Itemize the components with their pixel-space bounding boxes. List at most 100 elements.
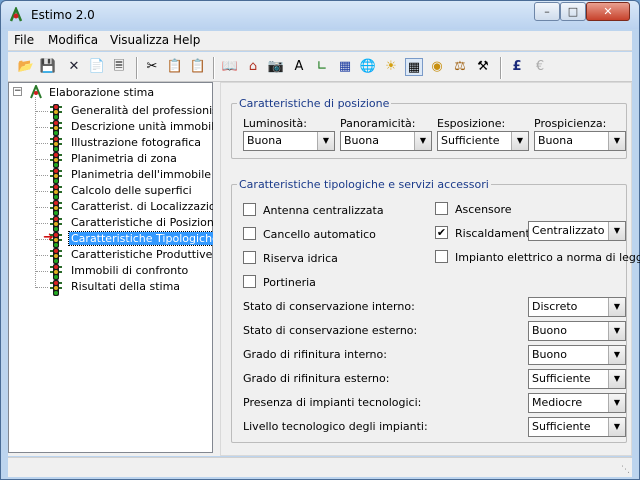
checkbox[interactable]: ✔	[435, 226, 448, 239]
toolbar-separator	[500, 57, 502, 79]
menu-file[interactable]: File	[14, 33, 34, 47]
dropdown-arrow-icon[interactable]: ▼	[608, 370, 625, 388]
traffic-light-icon	[49, 136, 63, 152]
scales-icon[interactable]: ⚖	[451, 58, 469, 76]
checkbox[interactable]	[243, 203, 256, 216]
print-settings-icon[interactable]: 🗏	[110, 58, 128, 76]
window-title: Estimo 2.0	[31, 8, 95, 22]
copy-icon[interactable]: 📋	[166, 58, 184, 76]
dropdown-arrow-icon[interactable]: ▼	[511, 132, 528, 150]
app-icon	[30, 85, 42, 99]
dropdown-arrow-icon[interactable]: ▼	[608, 322, 625, 340]
grid-icon[interactable]: ▦	[405, 58, 423, 76]
tree-connector	[36, 143, 48, 144]
menu-modifica[interactable]: Modifica	[48, 33, 98, 47]
close-button[interactable]: ✕	[586, 2, 630, 21]
posizione-label: Luminosità:	[243, 117, 307, 130]
tipologiche-row-select-value: Mediocre	[532, 396, 583, 409]
dropdown-arrow-icon[interactable]: ▼	[608, 222, 625, 240]
posizione-select[interactable]: Buona ▼	[534, 131, 626, 151]
tipologiche-row-select[interactable]: Discreto ▼	[528, 297, 626, 317]
dropdown-arrow-icon[interactable]: ▼	[414, 132, 431, 150]
traffic-light-icon	[49, 232, 63, 248]
tipologiche-row-label: Stato di conservazione interno:	[243, 300, 415, 313]
coins-icon[interactable]: ◉	[428, 58, 446, 76]
posizione-label: Prospicienza:	[534, 117, 607, 130]
calculator-icon[interactable]: ▦	[336, 58, 354, 76]
posizione-select[interactable]: Buona ▼	[243, 131, 335, 151]
open-folder-icon[interactable]: 📂	[17, 58, 35, 76]
posizione-select-value: Sufficiente	[441, 134, 500, 147]
tree-connector	[36, 287, 48, 288]
checkbox[interactable]	[243, 251, 256, 264]
checkbox-label[interactable]: Portineria	[263, 276, 316, 289]
traffic-light-icon	[49, 264, 63, 280]
tools-icon[interactable]: ⚒	[474, 58, 492, 76]
cut-icon[interactable]: ✂	[143, 58, 161, 76]
dropdown-arrow-icon[interactable]: ▼	[608, 298, 625, 316]
tipologiche-row-label: Stato di conservazione esterno:	[243, 324, 418, 337]
paste-icon[interactable]: 📋	[189, 58, 207, 76]
tipologiche-row-label: Grado di rifinitura esterno:	[243, 372, 390, 385]
checkbox-label[interactable]: Ascensore	[455, 203, 512, 216]
pound-icon[interactable]: £	[508, 58, 526, 76]
dropdown-arrow-icon[interactable]: ▼	[608, 394, 625, 412]
traffic-light-icon	[49, 104, 63, 120]
tree-item-label: Caratteristiche Tipologiche	[68, 231, 222, 246]
minimize-button[interactable]: –	[534, 2, 560, 21]
tipologiche-row-select-value: Buono	[532, 324, 567, 337]
checkbox-label[interactable]: Cancello automatico	[263, 228, 376, 241]
house-icon[interactable]: ⌂	[244, 58, 262, 76]
font-icon[interactable]: A	[290, 58, 308, 76]
posizione-select[interactable]: Sufficiente ▼	[437, 131, 529, 151]
tipologiche-row-select[interactable]: Mediocre ▼	[528, 393, 626, 413]
checkbox-label[interactable]: Impianto elettrico a norma di legge	[455, 251, 640, 264]
navigation-tree[interactable]: − Elaborazione stima Generalità del prof…	[8, 82, 235, 453]
riscaldamento-select[interactable]: Centralizzato ▼	[528, 221, 626, 241]
tipologiche-row-select[interactable]: Buono ▼	[528, 321, 626, 341]
tipologiche-row-select[interactable]: Sufficiente ▼	[528, 417, 626, 437]
tipologiche-row-select[interactable]: Buono ▼	[528, 345, 626, 365]
posizione-select[interactable]: Buona ▼	[340, 131, 432, 151]
export-icon[interactable]: 📄	[88, 58, 106, 76]
tipologiche-row-select-value: Sufficiente	[532, 420, 591, 433]
collapse-icon[interactable]: −	[13, 87, 22, 96]
checkbox[interactable]	[435, 250, 448, 263]
traffic-light-icon	[49, 200, 63, 216]
checkbox-label[interactable]: Riserva idrica	[263, 252, 338, 265]
camera-icon[interactable]: 📷	[267, 58, 285, 76]
tipologiche-row-label: Presenza di impianti tecnologici:	[243, 396, 422, 409]
tree-item-label: Descrizione unità immobiliare	[71, 120, 236, 133]
posizione-label: Panoramicità:	[340, 117, 416, 130]
menu-help[interactable]: Help	[173, 33, 200, 47]
tree-item-label: Caratteristiche di Posizione	[71, 216, 221, 229]
splitter[interactable]	[213, 82, 220, 456]
traffic-light-icon	[49, 280, 63, 296]
tree-root-label[interactable]: Elaborazione stima	[49, 86, 154, 99]
delete-icon[interactable]: ✕	[65, 58, 83, 76]
resize-grip-icon[interactable]: ⋱	[621, 465, 630, 475]
dropdown-arrow-icon[interactable]: ▼	[317, 132, 334, 150]
dropdown-arrow-icon[interactable]: ▼	[608, 346, 625, 364]
checkbox[interactable]	[435, 202, 448, 215]
checkbox[interactable]	[243, 275, 256, 288]
sun-icon[interactable]: ☀	[382, 58, 400, 76]
menu-visualizza[interactable]: Visualizza	[110, 33, 169, 47]
checkbox-label[interactable]: Riscaldamento	[455, 227, 537, 240]
tree-connector	[36, 191, 48, 192]
maximize-button[interactable]: □	[560, 2, 586, 21]
save-icon[interactable]: 💾	[39, 58, 57, 76]
status-bar: ⋱	[8, 457, 632, 477]
dropdown-arrow-icon[interactable]: ▼	[608, 418, 625, 436]
tree-item-label: Planimetria di zona	[71, 152, 177, 165]
euro-icon[interactable]: €	[531, 58, 549, 76]
globe-icon[interactable]: 🌐	[359, 58, 377, 76]
tipologiche-row-select-value: Discreto	[532, 300, 578, 313]
report-icon[interactable]: 📖	[221, 58, 239, 76]
chart-icon[interactable]: ∟	[313, 58, 331, 76]
checkbox-label[interactable]: Antenna centralizzata	[263, 204, 384, 217]
title-bar[interactable]: Estimo 2.0 – □ ✕	[1, 1, 639, 29]
checkbox[interactable]	[243, 227, 256, 240]
tipologiche-row-select[interactable]: Sufficiente ▼	[528, 369, 626, 389]
dropdown-arrow-icon[interactable]: ▼	[608, 132, 625, 150]
